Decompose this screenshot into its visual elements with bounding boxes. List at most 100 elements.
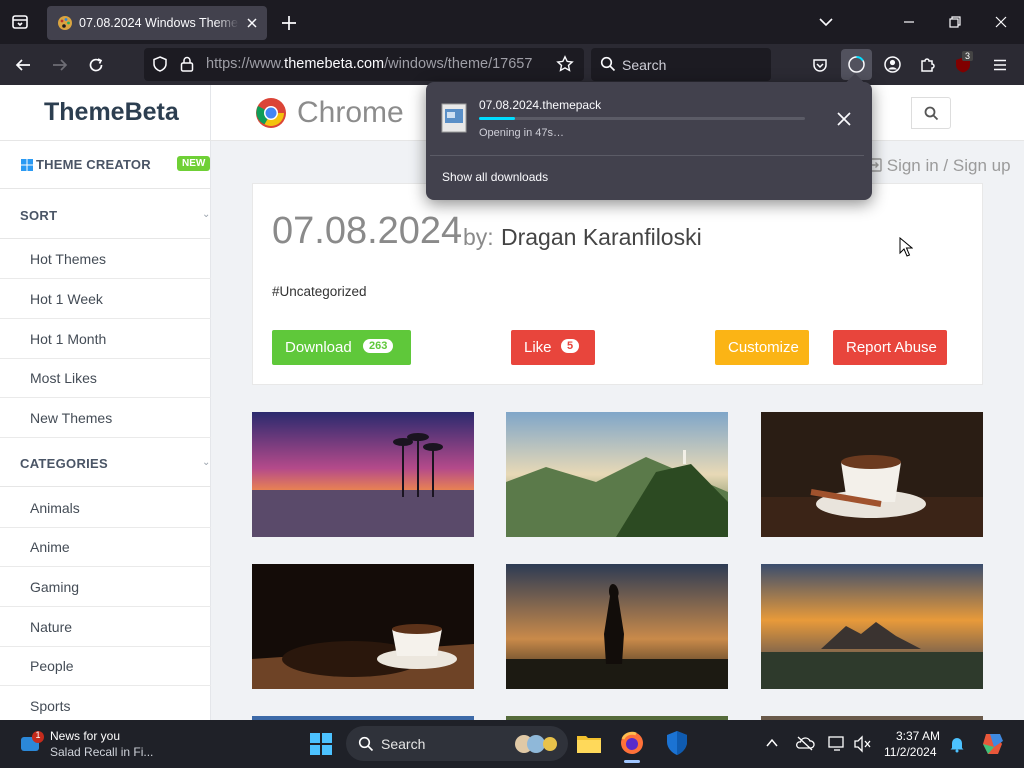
minimize-icon[interactable] bbox=[902, 15, 916, 29]
sidebar-item-anime[interactable]: Anime bbox=[0, 527, 211, 567]
palette-favicon-icon bbox=[58, 16, 72, 30]
sidebar-item-label: New Themes bbox=[30, 410, 113, 426]
active-tab[interactable]: 07.08.2024 Windows Theme - T bbox=[47, 6, 267, 40]
active-app-indicator bbox=[624, 760, 640, 763]
extension-badge-count: 3 bbox=[962, 51, 974, 61]
sidebar-item-label: Hot 1 Week bbox=[30, 291, 103, 307]
sidebar-item-new-themes[interactable]: New Themes bbox=[0, 398, 211, 438]
firefox-icon[interactable] bbox=[619, 730, 645, 756]
author-name[interactable]: Dragan Karanfiloski bbox=[501, 224, 702, 251]
notification-bell-icon[interactable] bbox=[948, 735, 966, 753]
pocket-icon[interactable] bbox=[811, 56, 829, 74]
wallpaper-thumbnail-coffee-beans[interactable] bbox=[252, 564, 474, 689]
volume-muted-icon[interactable] bbox=[853, 735, 873, 753]
download-file-name[interactable]: 07.08.2024.themepack bbox=[479, 98, 601, 112]
close-icon[interactable] bbox=[834, 109, 854, 129]
wallpaper-thumbnail-coffee-cinnamon[interactable] bbox=[761, 412, 983, 537]
search-icon bbox=[600, 56, 616, 72]
download-label: Download bbox=[285, 339, 352, 356]
wallpaper-thumbnail-woman-sunset[interactable] bbox=[506, 564, 728, 689]
chevron-up-icon[interactable] bbox=[765, 737, 779, 749]
like-button[interactable]: Like 5 bbox=[511, 330, 595, 365]
back-arrow-icon[interactable] bbox=[14, 56, 32, 74]
report-abuse-label: Report Abuse bbox=[846, 339, 937, 356]
taskbar-search-box[interactable]: Search bbox=[346, 726, 568, 761]
wallpaper-image bbox=[761, 412, 983, 537]
url-text[interactable]: https://www.themebeta.com/windows/theme/… bbox=[206, 56, 532, 72]
sidebar-item-label: Animals bbox=[30, 500, 80, 516]
wallpaper-image bbox=[506, 564, 728, 689]
extensions-puzzle-icon[interactable] bbox=[919, 55, 938, 74]
forward-arrow-icon[interactable] bbox=[51, 56, 69, 74]
file-explorer-icon[interactable] bbox=[576, 731, 602, 755]
wallpaper-image bbox=[252, 564, 474, 689]
copilot-icon[interactable] bbox=[980, 731, 1006, 757]
wallpaper-thumbnail-mountain-sunset[interactable] bbox=[761, 564, 983, 689]
sidebar-item-label: Sports bbox=[30, 698, 71, 714]
download-progress-icon bbox=[848, 56, 865, 73]
sidebar-item-label: Hot 1 Month bbox=[30, 331, 107, 347]
sidebar-item-animals[interactable]: Animals bbox=[0, 488, 211, 528]
close-tab-icon[interactable] bbox=[245, 16, 259, 30]
lock-icon[interactable] bbox=[179, 55, 195, 73]
close-window-icon[interactable] bbox=[994, 15, 1008, 29]
show-all-downloads-button[interactable]: Show all downloads bbox=[442, 170, 548, 184]
windows-start-icon[interactable] bbox=[309, 732, 333, 756]
restore-icon[interactable] bbox=[948, 15, 962, 29]
reload-icon[interactable] bbox=[87, 56, 105, 74]
report-abuse-button[interactable]: Report Abuse bbox=[833, 330, 947, 365]
categories-section-header[interactable]: CATEGORIES ⌄ bbox=[0, 439, 211, 487]
tab-list-icon bbox=[12, 15, 28, 29]
windows-defender-icon[interactable] bbox=[665, 730, 689, 756]
news-title[interactable]: News for you bbox=[50, 729, 120, 743]
news-widget-button[interactable]: 1 bbox=[18, 730, 44, 756]
new-tab-icon[interactable] bbox=[278, 12, 300, 34]
download-button[interactable]: Download 263 bbox=[272, 330, 411, 365]
sign-in-label: Sign in / Sign up bbox=[886, 156, 1011, 175]
category-tag[interactable]: #Uncategorized bbox=[272, 284, 367, 299]
hamburger-menu-icon[interactable] bbox=[991, 56, 1009, 74]
sidebar-item-label: Nature bbox=[30, 619, 73, 635]
clock-time[interactable]: 3:37 AM bbox=[896, 729, 940, 743]
sidebar-item-people[interactable]: People bbox=[0, 646, 211, 686]
tracking-shield-icon[interactable] bbox=[151, 55, 169, 73]
download-progress-fill bbox=[479, 117, 515, 120]
list-all-tabs-button[interactable] bbox=[8, 10, 32, 34]
wallpaper-thumbnail-beach-sunset[interactable] bbox=[252, 412, 474, 537]
sidebar-item-most-likes[interactable]: Most Likes bbox=[0, 358, 211, 398]
sidebar-item-hot-1-week[interactable]: Hot 1 Week bbox=[0, 279, 211, 319]
windows-logo-icon bbox=[21, 159, 33, 171]
news-subtitle[interactable]: Salad Recall in Fi... bbox=[50, 745, 153, 759]
network-icon[interactable] bbox=[827, 735, 847, 753]
site-search-button[interactable] bbox=[911, 97, 951, 129]
theme-creator-link[interactable]: THEME CREATOR NEW bbox=[0, 141, 211, 189]
brand-name: ThemeBeta bbox=[44, 98, 179, 126]
wallpaper-image bbox=[506, 412, 728, 537]
chrome-logo-icon bbox=[256, 98, 286, 128]
download-status: Opening in 47s… bbox=[479, 127, 564, 139]
sign-in-link[interactable]: Sign in / Sign up bbox=[868, 156, 1011, 176]
wallpaper-thumbnail-rio-mountain[interactable] bbox=[506, 412, 728, 537]
sidebar-item-label: Hot Themes bbox=[30, 251, 106, 267]
sort-section-header[interactable]: SORT ⌄ bbox=[0, 191, 211, 239]
chevron-down-icon: ⌄ bbox=[202, 209, 211, 220]
sidebar-item-sports[interactable]: Sports bbox=[0, 686, 211, 720]
categories-heading: CATEGORIES bbox=[20, 456, 108, 471]
sidebar-item-gaming[interactable]: Gaming bbox=[0, 567, 211, 607]
search-highlight-icon bbox=[515, 735, 557, 753]
customize-button[interactable]: Customize bbox=[715, 330, 809, 365]
taskbar-search-label: Search bbox=[381, 736, 426, 752]
chevron-down-icon[interactable] bbox=[818, 14, 834, 30]
browser-search-bar[interactable]: Search bbox=[591, 48, 771, 81]
clock-date[interactable]: 11/2/2024 bbox=[884, 745, 937, 759]
bookmark-star-icon[interactable] bbox=[556, 55, 574, 73]
account-icon[interactable] bbox=[883, 55, 902, 74]
download-count-badge: 263 bbox=[363, 339, 394, 353]
by-label: by: bbox=[463, 224, 494, 250]
brand-logo[interactable]: ThemeBeta bbox=[0, 85, 211, 141]
sidebar-item-hot-1-month[interactable]: Hot 1 Month bbox=[0, 319, 211, 359]
sidebar-item-hot-themes[interactable]: Hot Themes bbox=[0, 239, 211, 279]
sidebar: ThemeBeta THEME CREATOR NEW SORT ⌄ Hot T… bbox=[0, 85, 211, 720]
onedrive-offline-icon[interactable] bbox=[795, 735, 815, 751]
sidebar-item-nature[interactable]: Nature bbox=[0, 607, 211, 647]
